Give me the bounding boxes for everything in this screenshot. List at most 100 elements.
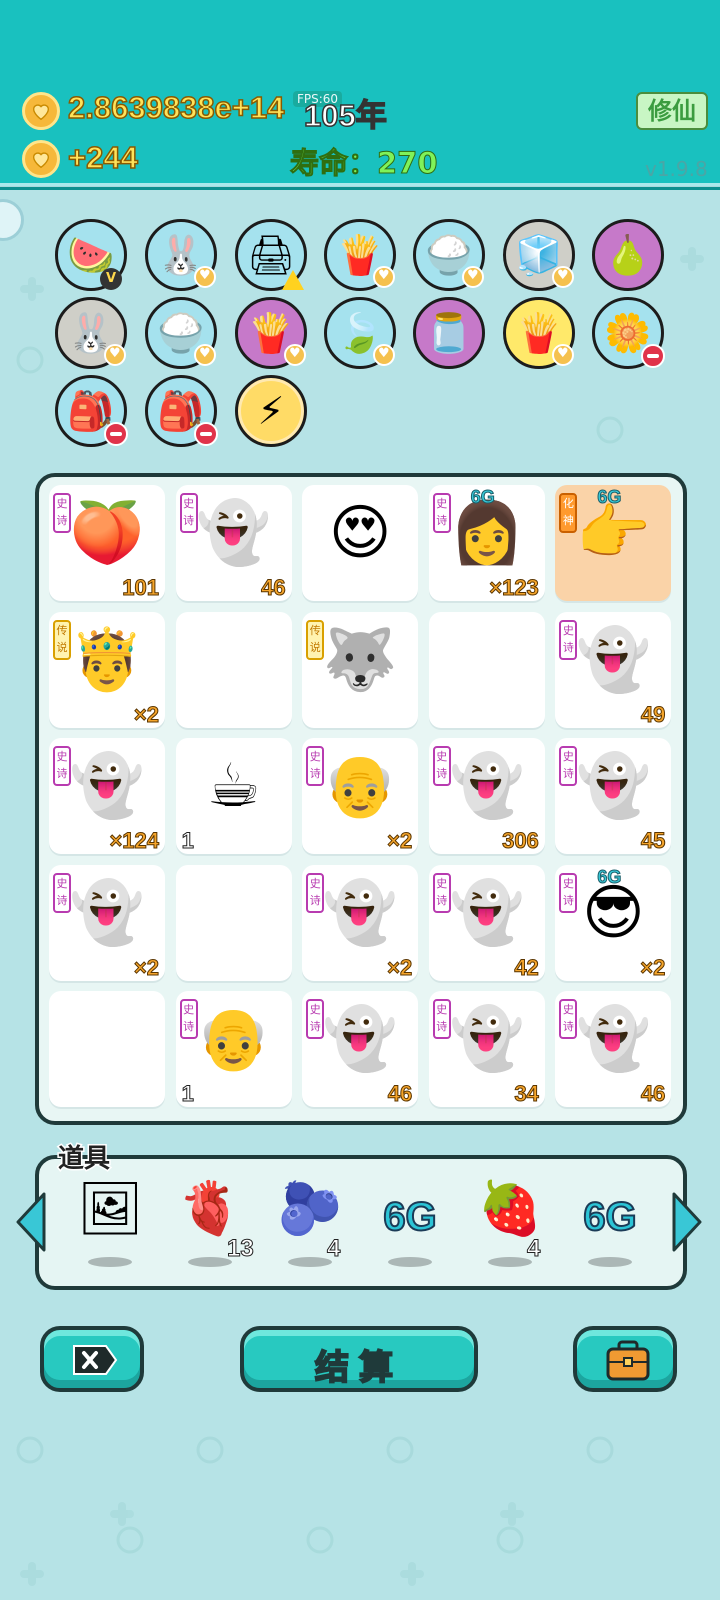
income-rate: +244 xyxy=(67,139,138,176)
item-count: 45 xyxy=(640,828,666,854)
item-count: ×2 xyxy=(133,954,159,980)
shelf-item-fries[interactable]: 🍟 xyxy=(235,297,307,369)
grid-cell[interactable]: 👴 史诗 ×2 xyxy=(302,738,419,855)
heart-coin-icon xyxy=(22,92,60,130)
tool-item-6g[interactable]: 6G xyxy=(375,1175,445,1267)
grid-cell[interactable]: 👻 史诗 ×2 xyxy=(49,864,165,981)
heart-badge-icon xyxy=(284,344,306,366)
shelf-item-sack[interactable]: 🎒 xyxy=(145,375,218,447)
item-count: 1 xyxy=(181,1081,194,1107)
shelf-item-rabbit[interactable]: 🐰 xyxy=(145,219,217,291)
lifespan-value: 寿命：270 xyxy=(290,146,439,181)
heart-coin-icon xyxy=(22,140,60,178)
tool-6g-label: 6G xyxy=(582,1194,637,1240)
grid-cell[interactable]: 👻 史诗 46 xyxy=(302,991,419,1108)
tool-item-picture-frame[interactable]: 🖼 xyxy=(75,1175,145,1267)
grid-cell[interactable]: 👉 化神 6G xyxy=(555,485,672,601)
tool-item-6g[interactable]: 6G xyxy=(575,1175,645,1267)
rarity-tag: 传说 xyxy=(53,619,71,660)
item-count: 46 xyxy=(640,1081,666,1107)
grid-cell[interactable]: 🐺 传说 xyxy=(302,611,419,728)
shelf-item-sugar-cubes[interactable]: 🧊 xyxy=(503,219,575,291)
grid-cell[interactable] xyxy=(428,611,545,728)
tool-count: 4 xyxy=(526,1235,541,1263)
item-count: 34 xyxy=(514,1081,540,1107)
rarity-tag: 史诗 xyxy=(432,999,451,1040)
tool-item-liver[interactable]: 🫀 13 xyxy=(175,1175,254,1267)
grid-cell[interactable]: 👻 史诗 306 xyxy=(428,738,545,855)
shelf-item-rabbit[interactable]: 🐰 xyxy=(55,297,127,369)
rarity-tag: 史诗 xyxy=(53,746,71,787)
year-counter: 105年 xyxy=(303,97,387,134)
tool-shadow xyxy=(388,1257,432,1267)
shelf-item-lightning-coin[interactable]: ⚡ xyxy=(235,375,307,447)
remove-badge-icon[interactable] xyxy=(104,422,128,446)
shelf-item-printer[interactable]: 🖨 xyxy=(235,219,307,291)
grid-cell[interactable]: 👩 史诗 6G ×123 xyxy=(428,485,545,601)
item-count: 49 xyxy=(640,701,666,727)
grid-cell[interactable] xyxy=(175,864,292,981)
tool-shadow xyxy=(88,1257,132,1267)
tool-item-blueberry[interactable]: 🫐 4 xyxy=(275,1175,345,1267)
item-count: 46 xyxy=(261,575,287,601)
shelf-item-fries[interactable]: 🍟 xyxy=(324,219,396,291)
rarity-tag: 化神 xyxy=(559,493,578,533)
grid-cell[interactable]: 👻 史诗 42 xyxy=(428,864,545,981)
rarity-tag: 史诗 xyxy=(432,746,451,787)
remove-badge-icon[interactable] xyxy=(194,422,218,446)
tool-shadow xyxy=(288,1257,332,1267)
grid-cell[interactable]: 😍 xyxy=(302,485,419,601)
v-badge-icon: V xyxy=(100,268,122,290)
heart-badge-icon xyxy=(104,344,126,366)
grid-cell[interactable]: 😎 史诗 6G ×2 xyxy=(555,864,672,981)
item-count: ×2 xyxy=(133,701,159,727)
remove-badge-icon[interactable] xyxy=(641,344,665,368)
grid-cell[interactable]: 🤴 传说 ×2 xyxy=(49,611,165,728)
tool-count: 13 xyxy=(227,1235,255,1263)
heart-badge-icon xyxy=(373,266,395,288)
grid-cell[interactable]: 👻 史诗 34 xyxy=(428,991,545,1108)
item-count: ×123 xyxy=(489,575,540,601)
shelf-item-fries[interactable]: 🍟 xyxy=(503,297,575,369)
tool-item-strawberry[interactable]: 🍓 4 xyxy=(475,1175,545,1267)
shelf-item-rice-bowl[interactable]: 🍚 xyxy=(145,297,217,369)
delete-button[interactable] xyxy=(40,1326,144,1392)
shelf-item-pomelo[interactable]: 🍐 xyxy=(592,219,664,291)
shelf-item-flower-pot[interactable]: 🌼 xyxy=(592,297,665,369)
rarity-tag: 史诗 xyxy=(179,493,198,533)
level-label: 6G xyxy=(470,487,495,508)
grid-cell[interactable]: 🍑 史诗 101 xyxy=(49,485,165,601)
coins-total: 2.8639838e+14 xyxy=(67,89,285,126)
level-label: 6G xyxy=(597,487,622,508)
rarity-tag: 史诗 xyxy=(559,746,578,787)
grid-cell[interactable]: 👻 史诗 46 xyxy=(555,991,672,1108)
arrow-left-icon[interactable] xyxy=(14,1190,48,1254)
inventory-button[interactable] xyxy=(573,1326,677,1392)
grid-cell[interactable] xyxy=(175,611,292,728)
grid-cell[interactable]: 👻 史诗 ×2 xyxy=(302,864,419,981)
item-count: ×2 xyxy=(640,954,666,980)
item-count: ×2 xyxy=(387,954,413,980)
rarity-tag: 史诗 xyxy=(432,493,451,533)
cultivate-button[interactable]: 修仙 xyxy=(636,92,708,130)
rarity-tag: 史诗 xyxy=(559,872,578,913)
settle-button[interactable]: 结算 xyxy=(240,1326,478,1392)
shelf-item-rice-bowl[interactable]: 🍚 xyxy=(413,219,485,291)
shelf-item-jar[interactable]: 🫙 xyxy=(413,297,485,369)
item-count: ×2 xyxy=(387,828,413,854)
shelf-item-sack[interactable]: 🎒 xyxy=(55,375,128,447)
grid-cell[interactable]: 👴 史诗 1 xyxy=(175,991,292,1108)
arrow-right-icon[interactable] xyxy=(670,1190,704,1254)
grid-cell[interactable] xyxy=(49,991,165,1108)
grid-cell[interactable]: 👻 史诗 45 xyxy=(555,738,672,855)
collection-shelf: 🍉V🐰🖨🍟🍚🧊🍐🐰🍚🍟🍃🫙🍟🌼🎒🎒⚡ xyxy=(0,195,720,455)
grid-cell[interactable]: ☕ 1 xyxy=(175,738,292,855)
picture-frame-icon: 🖼 xyxy=(76,1179,143,1239)
level-label: 6G xyxy=(597,866,622,887)
grid-cell[interactable]: 👻 史诗 49 xyxy=(555,611,672,728)
rarity-tag: 史诗 xyxy=(306,746,325,787)
shelf-item-fruit-basket[interactable]: 🍉 V xyxy=(55,219,127,291)
grid-cell[interactable]: 👻 史诗 ×124 xyxy=(49,738,165,855)
shelf-item-leaf[interactable]: 🍃 xyxy=(324,297,396,369)
grid-cell[interactable]: 👻 史诗 46 xyxy=(175,485,292,601)
